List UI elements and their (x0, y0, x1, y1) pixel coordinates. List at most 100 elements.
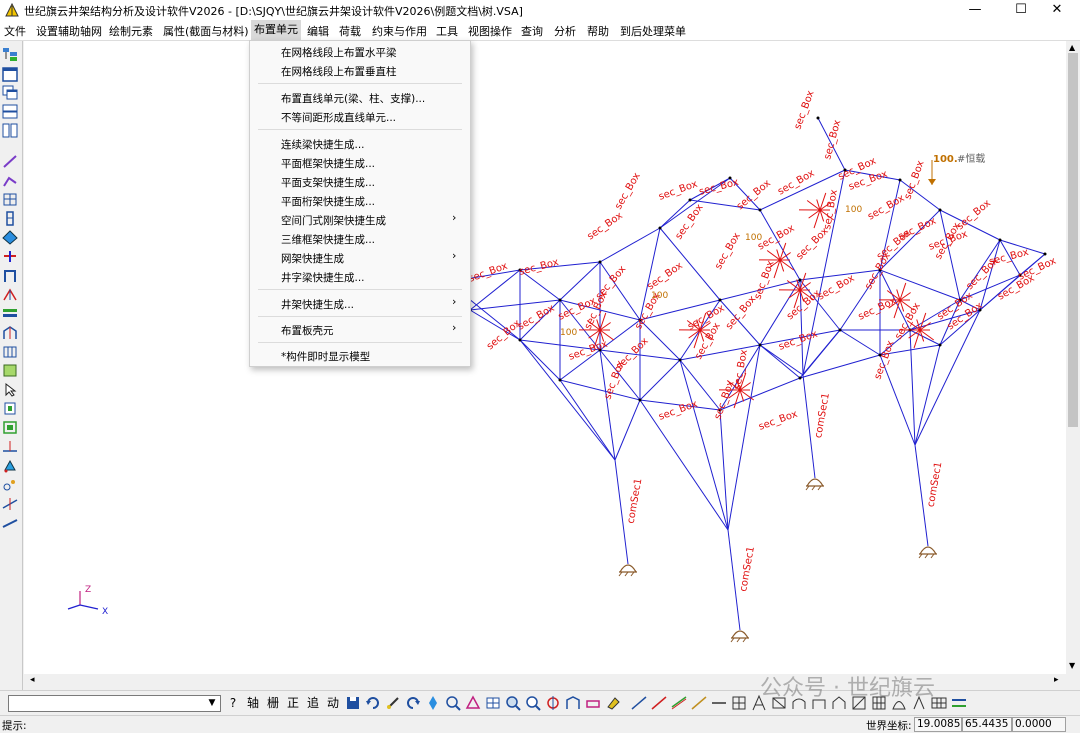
draw-line-icon[interactable] (2, 154, 18, 169)
menu-place-elements[interactable]: 布置单元 (251, 20, 301, 40)
menu-query[interactable]: 查询 (521, 23, 543, 39)
triangle-icon[interactable] (464, 694, 482, 712)
tile-horizontal-icon[interactable] (2, 104, 18, 119)
ortho-button[interactable]: 正 (284, 694, 302, 712)
layer-tool-icon[interactable] (950, 694, 968, 712)
space-frame-icon[interactable] (2, 344, 18, 359)
cursor-icon[interactable] (2, 382, 18, 397)
close-button[interactable]: ✕ (1034, 0, 1080, 20)
menu-item-3d-frame[interactable]: 三维框架快捷生成... (281, 232, 375, 247)
branch-member (640, 400, 728, 530)
plate-icon[interactable] (2, 363, 18, 378)
move-icon[interactable] (424, 694, 442, 712)
section-label: sec_Box (614, 336, 650, 372)
support-icon[interactable] (2, 458, 18, 473)
member-load-icon[interactable] (2, 496, 18, 511)
line-tool-icon[interactable] (630, 694, 648, 712)
add-point-icon[interactable] (2, 249, 18, 264)
grid-snap-button[interactable]: 栅 (264, 694, 282, 712)
scroll-right-arrow-icon[interactable]: ▸ (1054, 675, 1059, 685)
small-load-label: 100 (845, 205, 862, 215)
grid-icon[interactable] (2, 192, 18, 207)
track-button[interactable]: 追 (304, 694, 322, 712)
help-button[interactable]: ? (224, 694, 242, 712)
minimize-button[interactable]: — (952, 0, 998, 20)
node-load-icon[interactable] (2, 477, 18, 492)
truss-icon[interactable] (2, 287, 18, 302)
dimension-icon[interactable] (2, 439, 18, 454)
zoom-out-icon[interactable] (524, 694, 542, 712)
menu-item-unequal-spacing[interactable]: 不等间距形成直线单元... (281, 110, 396, 125)
menu-item-vertical-column[interactable]: 在网格线段上布置垂直柱 (281, 64, 397, 79)
table-icon[interactable] (484, 694, 502, 712)
menu-constraints[interactable]: 约束与作用 (372, 23, 427, 39)
menu-item-plane-truss[interactable]: 平面桁架快捷生成... (281, 194, 375, 209)
line-icon[interactable] (2, 515, 18, 530)
grid-tool-icon[interactable] (730, 694, 748, 712)
select-icon[interactable] (2, 401, 18, 416)
beam-layer-icon[interactable] (2, 306, 18, 321)
axis-snap-button[interactable]: 轴 (244, 694, 262, 712)
zoom-in-icon[interactable] (504, 694, 522, 712)
menu-item-space-grid[interactable]: 网架快捷生成 (281, 251, 344, 266)
vertical-scrollbar[interactable]: ▲ ▼ (1066, 41, 1080, 674)
dynamic-button[interactable]: 动 (324, 694, 342, 712)
draw-polyline-icon[interactable] (2, 173, 18, 188)
menu-analysis[interactable]: 分析 (554, 23, 576, 39)
beam-tool-icon[interactable] (690, 694, 708, 712)
command-dropdown-icon[interactable]: ▼ (205, 695, 219, 712)
menu-item-derrick[interactable]: 井架快捷生成... (281, 297, 354, 312)
frame-icon[interactable] (2, 268, 18, 283)
menu-file[interactable]: 文件 (4, 23, 26, 39)
column-section-icon[interactable] (2, 211, 18, 226)
node-dot (999, 239, 1002, 242)
menu-item-plane-support[interactable]: 平面支架快捷生成... (281, 175, 375, 190)
portal-frame-icon[interactable] (2, 325, 18, 340)
scroll-up-arrow-icon[interactable]: ▲ (1069, 43, 1075, 52)
menu-item-plane-frame[interactable]: 平面框架快捷生成... (281, 156, 375, 171)
menu-help[interactable]: 帮助 (587, 23, 609, 39)
menu-view[interactable]: 视图操作 (468, 23, 512, 39)
view-plane-icon[interactable] (584, 694, 602, 712)
scroll-left-arrow-icon[interactable]: ◂ (30, 675, 35, 685)
scroll-down-arrow-icon[interactable]: ▼ (1069, 661, 1075, 670)
branch-member (915, 345, 940, 445)
node-icon[interactable] (2, 230, 18, 245)
view-3d-icon[interactable] (564, 694, 582, 712)
window-icon[interactable] (2, 67, 18, 82)
menu-item-continuous-beam[interactable]: 连续梁快捷生成... (281, 137, 365, 152)
command-input[interactable] (8, 695, 221, 712)
menu-properties[interactable]: 属性(截面与材料) (163, 23, 249, 39)
menu-item-plate-shell[interactable]: 布置板壳元 (281, 323, 334, 338)
menu-item-line-element[interactable]: 布置直线单元(梁、柱、支撑)... (281, 91, 425, 106)
redo-icon[interactable] (404, 694, 422, 712)
menu-grid[interactable]: 设置辅助轴网 (36, 23, 102, 39)
red-line-tool-icon[interactable] (650, 694, 668, 712)
undo-icon[interactable] (364, 694, 382, 712)
menu-item-horizontal-beam[interactable]: 在网格线段上布置水平梁 (281, 45, 397, 60)
menu-loads[interactable]: 荷载 (339, 23, 361, 39)
eraser-icon[interactable] (604, 694, 622, 712)
menu-item-portal-frame[interactable]: 空间门式刚架快捷生成 (281, 213, 386, 228)
layer-tree-icon[interactable] (2, 47, 18, 62)
pen-icon[interactable] (384, 694, 402, 712)
green-line-tool-icon[interactable] (670, 694, 688, 712)
save-icon[interactable] (344, 694, 362, 712)
box-select-icon[interactable] (2, 420, 18, 435)
zoom-fit-icon[interactable] (444, 694, 462, 712)
app-logo-icon (5, 3, 19, 17)
structure-model-view[interactable]: comSec1comSec1comSec1comSec1sec_Boxsec_B… (24, 41, 1066, 674)
menu-draw[interactable]: 绘制元素 (109, 23, 153, 39)
menu-postprocess[interactable]: 到后处理菜单 (620, 23, 686, 39)
hline-tool-icon[interactable] (710, 694, 728, 712)
node-dot (559, 379, 562, 382)
menu-item-grid-beam[interactable]: 井字梁快捷生成... (281, 270, 365, 285)
menu-edit[interactable]: 编辑 (307, 23, 329, 39)
rotate-icon[interactable] (544, 694, 562, 712)
cascade-windows-icon[interactable] (2, 85, 18, 100)
tile-vertical-icon[interactable] (2, 123, 18, 138)
menu-item-instant-display[interactable]: *构件即时显示模型 (281, 349, 370, 364)
menu-tools[interactable]: 工具 (436, 23, 458, 39)
vertical-scroll-thumb[interactable] (1068, 53, 1078, 427)
drawing-canvas[interactable]: comSec1comSec1comSec1comSec1sec_Boxsec_B… (24, 41, 1066, 674)
